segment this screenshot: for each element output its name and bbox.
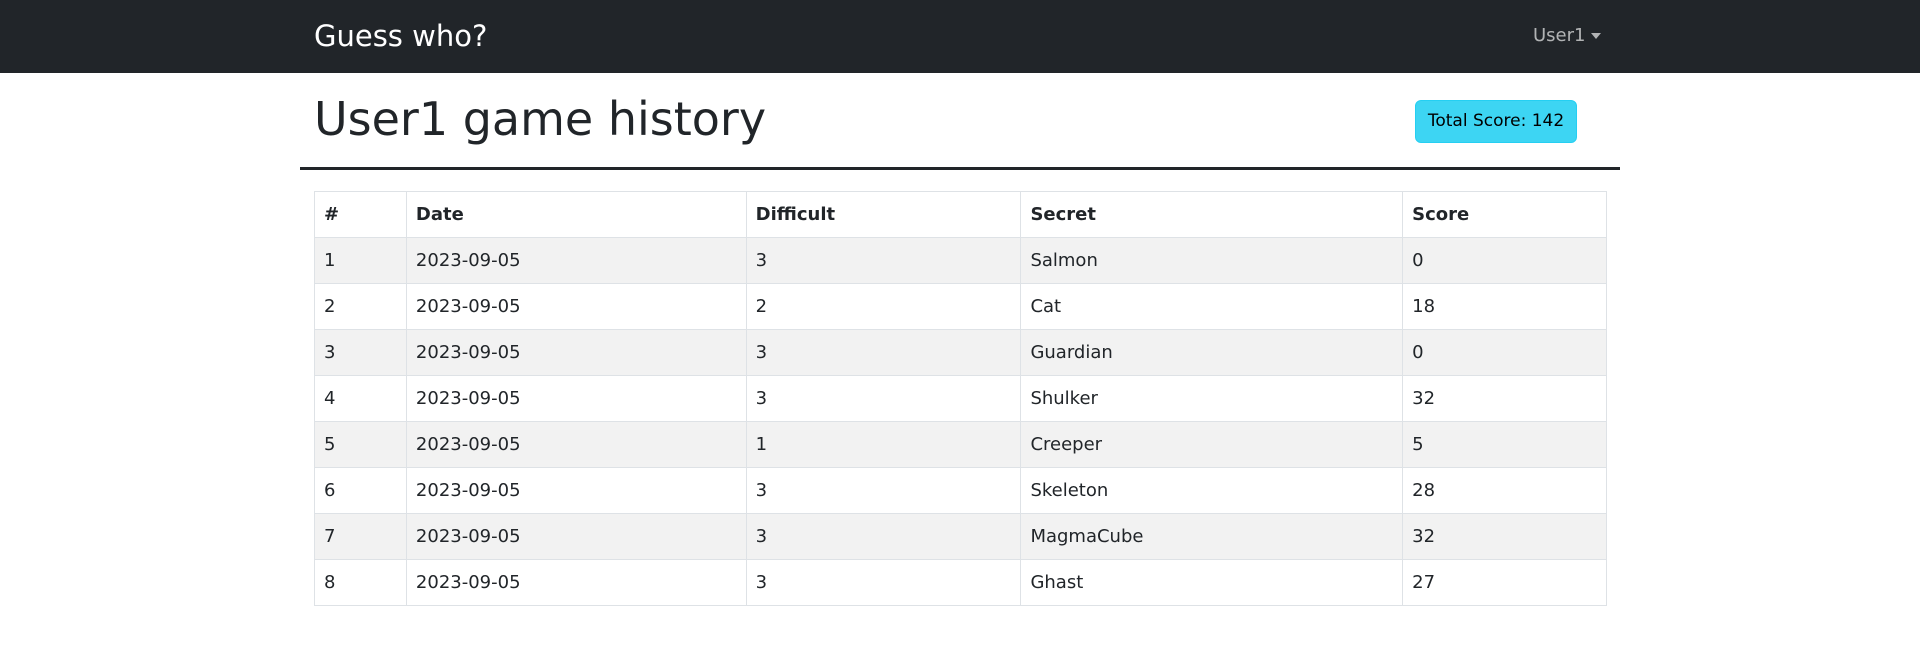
cell-secret: Cat bbox=[1020, 283, 1404, 330]
column-header-score: Score bbox=[1402, 191, 1607, 238]
cell-date: 2023-09-05 bbox=[405, 559, 747, 606]
cell-score: 32 bbox=[1402, 513, 1607, 560]
cell-number: 2 bbox=[314, 283, 407, 330]
cell-secret: MagmaCube bbox=[1020, 513, 1404, 560]
total-score-button[interactable]: Total Score: 142 bbox=[1415, 100, 1577, 143]
column-header-number: # bbox=[314, 191, 407, 238]
user-dropdown-label: User1 bbox=[1533, 25, 1586, 46]
cell-score: 32 bbox=[1402, 375, 1607, 422]
cell-date: 2023-09-05 bbox=[405, 237, 747, 284]
caret-down-icon bbox=[1591, 33, 1602, 39]
column-header-date: Date bbox=[405, 191, 747, 238]
cell-number: 1 bbox=[314, 237, 407, 284]
column-header-difficult: Difficult bbox=[745, 191, 1022, 238]
cell-difficult: 2 bbox=[745, 283, 1022, 330]
cell-secret: Guardian bbox=[1020, 329, 1404, 376]
cell-date: 2023-09-05 bbox=[405, 283, 747, 330]
top-navbar: Guess who? User1 bbox=[0, 0, 1920, 73]
table-row: 4 2023-09-05 3 Shulker 32 bbox=[314, 375, 1607, 422]
table-row: 1 2023-09-05 3 Salmon 0 bbox=[314, 237, 1607, 284]
table-row: 2 2023-09-05 2 Cat 18 bbox=[314, 283, 1607, 330]
cell-difficult: 3 bbox=[745, 513, 1022, 560]
cell-secret: Ghast bbox=[1020, 559, 1404, 606]
brand-link[interactable]: Guess who? bbox=[314, 17, 487, 55]
header-divider bbox=[300, 167, 1620, 170]
table-header-row: # Date Difficult Secret Score bbox=[314, 191, 1607, 238]
cell-secret: Salmon bbox=[1020, 237, 1404, 284]
cell-number: 3 bbox=[314, 329, 407, 376]
cell-score: 5 bbox=[1402, 421, 1607, 468]
cell-date: 2023-09-05 bbox=[405, 329, 747, 376]
cell-score: 27 bbox=[1402, 559, 1607, 606]
game-history-table: # Date Difficult Secret Score 1 2023-09-… bbox=[314, 191, 1607, 606]
cell-difficult: 3 bbox=[745, 329, 1022, 376]
table-row: 5 2023-09-05 1 Creeper 5 bbox=[314, 421, 1607, 468]
page-title: User1 game history bbox=[314, 92, 767, 146]
cell-number: 7 bbox=[314, 513, 407, 560]
cell-score: 28 bbox=[1402, 467, 1607, 514]
cell-secret: Skeleton bbox=[1020, 467, 1404, 514]
cell-difficult: 3 bbox=[745, 375, 1022, 422]
cell-score: 0 bbox=[1402, 329, 1607, 376]
cell-secret: Creeper bbox=[1020, 421, 1404, 468]
table-row: 8 2023-09-05 3 Ghast 27 bbox=[314, 559, 1607, 606]
cell-score: 18 bbox=[1402, 283, 1607, 330]
cell-number: 5 bbox=[314, 421, 407, 468]
cell-number: 6 bbox=[314, 467, 407, 514]
cell-date: 2023-09-05 bbox=[405, 467, 747, 514]
cell-difficult: 1 bbox=[745, 421, 1022, 468]
cell-difficult: 3 bbox=[745, 467, 1022, 514]
cell-score: 0 bbox=[1402, 237, 1607, 284]
cell-date: 2023-09-05 bbox=[405, 375, 747, 422]
user-dropdown[interactable]: User1 bbox=[1533, 24, 1602, 48]
cell-number: 8 bbox=[314, 559, 407, 606]
cell-number: 4 bbox=[314, 375, 407, 422]
cell-date: 2023-09-05 bbox=[405, 421, 747, 468]
table-row: 7 2023-09-05 3 MagmaCube 32 bbox=[314, 513, 1607, 560]
cell-date: 2023-09-05 bbox=[405, 513, 747, 560]
column-header-secret: Secret bbox=[1020, 191, 1404, 238]
table-row: 6 2023-09-05 3 Skeleton 28 bbox=[314, 467, 1607, 514]
cell-difficult: 3 bbox=[745, 237, 1022, 284]
cell-secret: Shulker bbox=[1020, 375, 1404, 422]
table-row: 3 2023-09-05 3 Guardian 0 bbox=[314, 329, 1607, 376]
cell-difficult: 3 bbox=[745, 559, 1022, 606]
